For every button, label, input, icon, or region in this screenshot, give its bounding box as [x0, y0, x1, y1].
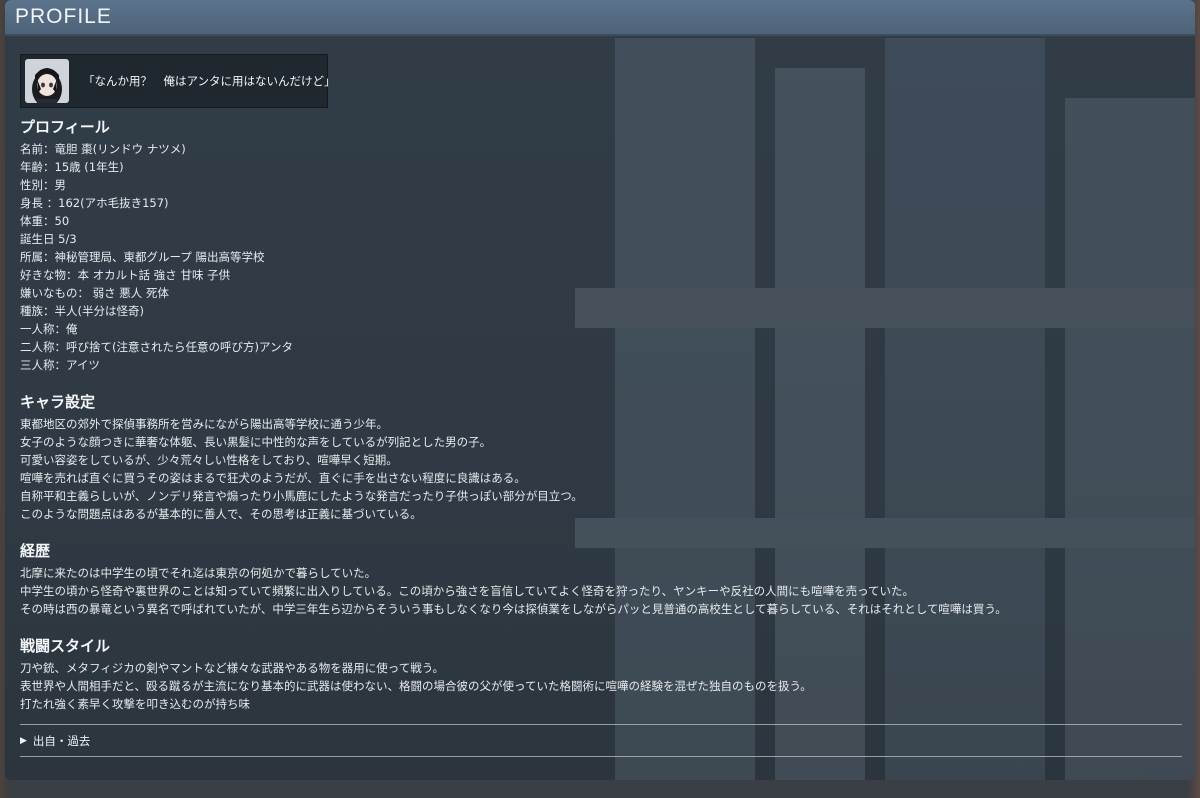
profile-line: 二人称：呼び捨て(注意されたら任意の呼び方)アンタ — [20, 340, 294, 354]
profile-line: 三人称：アイツ — [20, 358, 100, 372]
accordion-divider-top — [20, 724, 1182, 725]
character-quote-box: 「なんか用？ 俺はアンタに用はないんだけど」 — [20, 54, 336, 108]
combat-line: 打たれ強く素早く攻撃を叩き込むのが持ち味 — [20, 697, 250, 711]
profile-line: 性別：男 — [20, 178, 66, 192]
character-line: このような問題点はあるが基本的に善人で、その思考は正義に基づいている。 — [20, 507, 422, 521]
profile-line: 名前：竜胆 棗(リンドウ ナツメ) — [20, 142, 186, 156]
character-line: 可愛い容姿をしているが、少々荒々しい性格をしており、喧嘩早く短期。 — [20, 453, 398, 467]
history-list: 北摩に来たのは中学生の頃でそれ迄は東京の何処かで暮らしていた。 中学生の頃から怪… — [20, 564, 1195, 618]
profile-header: PROFILE — [5, 0, 1195, 36]
profile-line: 身長 ：162(アホ毛抜き157) — [20, 196, 169, 210]
character-line: 喧嘩を売れば直ぐに買うその姿はまるで狂犬のようだが、直ぐに手を出さない程度に良識… — [20, 471, 526, 485]
origin-accordion-toggle[interactable]: ▶ 出自・過去 — [20, 733, 90, 749]
history-line: 北摩に来たのは中学生の頃でそれ迄は東京の何処かで暮らしていた。 — [20, 566, 377, 580]
character-line: 東都地区の郊外で探偵事務所を営みにながら陽出高等学校に通う少年。 — [20, 417, 388, 431]
profile-line: 年齢：15歳 (1年生) — [20, 160, 124, 174]
profile-line: 誕生日 5/3 — [20, 232, 77, 246]
character-line: 自称平和主義らしいが、ノンデリ発言や煽ったり小馬鹿にしたような発言だったり子供っ… — [20, 489, 583, 503]
section-title-character: キャラ設定 — [20, 393, 96, 411]
profile-content: 「なんか用？ 俺はアンタに用はないんだけど」 プロフィール 名前：竜胆 棗(リン… — [5, 36, 1195, 713]
section-title-profile: プロフィール — [20, 118, 110, 136]
profile-line: 一人称：俺 — [20, 322, 78, 336]
profile-line: 体重：50 — [20, 214, 70, 228]
character-line: 女子のような顔つきに華奢な体躯、長い黒髪に中性的な声をしているが列記とした男の子… — [20, 435, 492, 449]
accordion-label: 出自・過去 — [32, 734, 91, 748]
combat-line: 刀や銃、メタフィジカの剣やマントなど様々な武器やある物を器用に使って戦う。 — [20, 661, 445, 675]
history-line: 中学生の頃から怪奇や裏世界のことは知っていて頻繁に出入りしている。この頃から強さ… — [20, 584, 915, 598]
profile-list: 名前：竜胆 棗(リンドウ ナツメ) 年齢：15歳 (1年生) 性別：男 身長 ：… — [20, 140, 1195, 374]
profile-line: 嫌いなもの： 弱さ 悪人 死体 — [20, 286, 169, 300]
profile-line: 種族：半人(半分は怪奇) — [20, 304, 144, 318]
avatar — [25, 59, 69, 103]
section-title-combat: 戦闘スタイル — [20, 637, 111, 655]
combat-line: 表世界や人間相手だと、殴る蹴るが主流になり基本的に武器は使わない、格闘の場合彼の… — [20, 679, 812, 693]
character-list: 東都地区の郊外で探偵事務所を営みにながら陽出高等学校に通う少年。 女子のような顔… — [20, 415, 1195, 523]
page-title: PROFILE — [15, 5, 112, 28]
profile-panel: PROFILE 「なんか用？ 俺はアンタに用はないんだけど」 プロフィール 名前… — [5, 0, 1195, 780]
character-quote: 「なんか用？ 俺はアンタに用はないんだけど」 — [83, 74, 336, 88]
combat-list: 刀や銃、メタフィジカの剣やマントなど様々な武器やある物を器用に使って戦う。 表世… — [20, 659, 1195, 713]
accordion-divider-bottom — [20, 756, 1182, 757]
profile-line: 所属：神秘管理局、東都グループ 陽出高等学校 — [20, 250, 265, 264]
profile-line: 好きな物：本 オカルト話 強さ 甘味 子供 — [20, 268, 231, 282]
history-line: その時は西の暴竜という異名で呼ばれていたが、中学三年生ら辺からそういう事もしなく… — [20, 602, 1007, 616]
section-title-history: 経歴 — [20, 542, 51, 560]
triangle-right-icon: ▶ — [20, 736, 27, 746]
